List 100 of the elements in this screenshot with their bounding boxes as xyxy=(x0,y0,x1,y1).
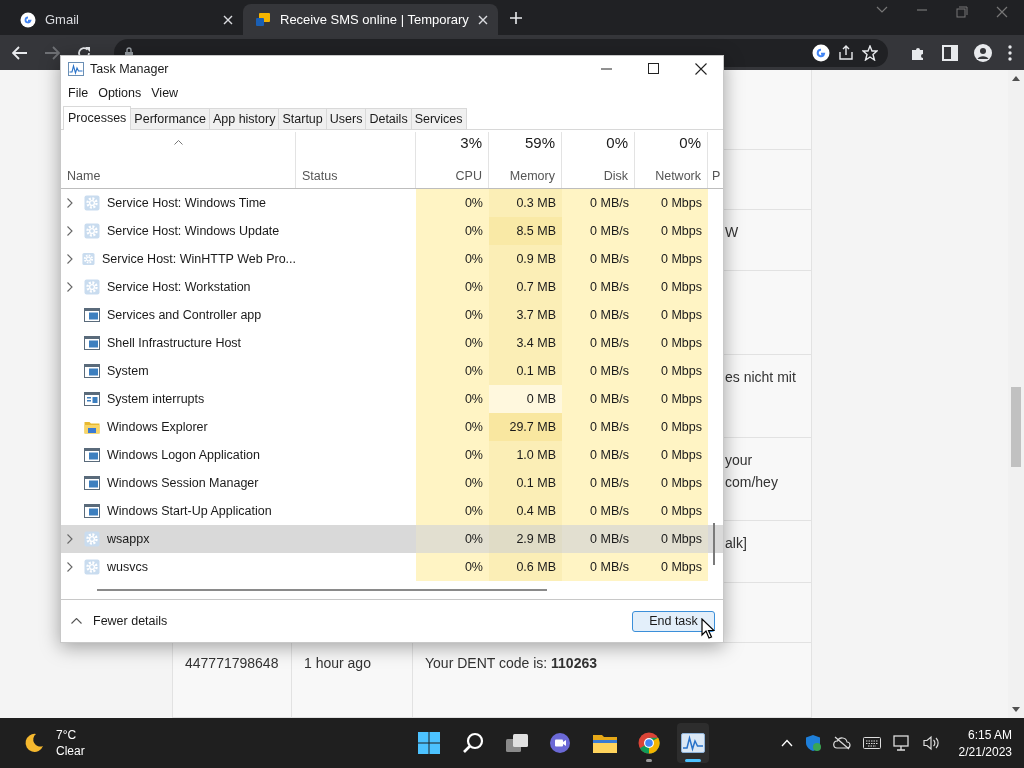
message-time: 1 hour ago xyxy=(304,655,371,672)
table-cell: 0% xyxy=(416,329,489,357)
table-cell: 0% xyxy=(416,357,489,385)
browser-tab[interactable]: Gmail xyxy=(8,4,243,35)
window-icon xyxy=(84,504,100,518)
expand-chevron-icon[interactable] xyxy=(67,282,73,292)
keyboard-icon[interactable] xyxy=(862,737,881,749)
table-cell: 0 MB/s xyxy=(562,441,635,469)
tab[interactable]: Services xyxy=(410,108,467,129)
task-view-icon[interactable] xyxy=(505,732,530,754)
scrollbar-thumb[interactable] xyxy=(713,523,715,565)
chevron-up-icon xyxy=(71,618,82,624)
usage-total: 0% xyxy=(606,134,628,151)
chevron-up-icon[interactable] xyxy=(780,739,793,747)
menu-icon[interactable] xyxy=(1008,44,1012,61)
tab[interactable]: Startup xyxy=(278,108,327,129)
process-name: Windows Logon Application xyxy=(107,448,260,462)
scroll-down-icon[interactable] xyxy=(1012,707,1020,712)
table-cell: 0.3 MB xyxy=(489,189,562,217)
forward-arrow-icon[interactable] xyxy=(44,45,60,60)
fewer-details-button[interactable]: Fewer details xyxy=(71,614,168,628)
chrome-icon[interactable] xyxy=(638,732,661,754)
table-cell: 0 Mbps xyxy=(635,553,708,581)
menu-item[interactable]: File xyxy=(64,86,93,100)
table-cell: 0% xyxy=(416,245,489,273)
gear-icon xyxy=(84,559,100,575)
table-cell: 0 Mbps xyxy=(635,245,708,273)
table-cell: 0 Mbps xyxy=(635,329,708,357)
column-header[interactable]: Name xyxy=(67,169,289,183)
process-name: Service Host: WinHTTP Web Pro... xyxy=(101,252,296,266)
temperature: 7°C xyxy=(56,728,78,742)
shield-icon[interactable] xyxy=(804,734,821,752)
tab[interactable]: App history xyxy=(208,108,280,129)
menu-item[interactable]: Options xyxy=(94,86,146,100)
process-name: Windows Explorer xyxy=(107,420,208,434)
table-cell: 0 MB xyxy=(489,385,562,413)
clock-date[interactable]: 2/21/2023 xyxy=(958,744,1012,759)
tab[interactable]: Processes xyxy=(63,106,132,130)
minimize-icon[interactable] xyxy=(601,67,612,70)
table-cell: 0 Mbps xyxy=(635,217,708,245)
share-icon[interactable] xyxy=(838,44,854,61)
expand-chevron-icon[interactable] xyxy=(67,562,73,572)
gear-icon xyxy=(84,223,100,239)
table-cell: 0.7 MB xyxy=(489,273,562,301)
scrollbar-thumb[interactable] xyxy=(97,589,547,591)
expand-chevron-icon[interactable] xyxy=(67,534,73,544)
table-cell: 0 MB/s xyxy=(562,301,635,329)
usage-total: 0% xyxy=(679,134,701,151)
side-panel-icon[interactable] xyxy=(942,44,958,61)
table-cell: 0% xyxy=(416,497,489,525)
task-manager-icon[interactable] xyxy=(681,733,706,753)
close-icon[interactable] xyxy=(695,62,707,75)
menu-item[interactable]: View xyxy=(147,86,183,100)
column-header[interactable]: P xyxy=(712,169,725,183)
windows-logo-icon[interactable] xyxy=(418,732,441,754)
scrollbar-thumb[interactable] xyxy=(1011,387,1021,467)
window-icon xyxy=(84,336,100,350)
restore-icon[interactable] xyxy=(956,5,968,18)
maximize-icon[interactable] xyxy=(648,63,659,74)
tab[interactable]: Performance xyxy=(130,108,210,129)
table-cell: 0.4 MB xyxy=(489,497,562,525)
mouse-cursor-icon xyxy=(701,618,715,640)
message-text: es nicht mit xyxy=(725,368,797,385)
back-arrow-icon[interactable] xyxy=(12,45,28,60)
network-icon[interactable] xyxy=(892,735,911,751)
tab[interactable]: Details xyxy=(365,108,412,129)
browser-tab[interactable]: Receive SMS online | Temporary xyxy=(243,4,498,35)
cloud-off-icon[interactable] xyxy=(832,736,851,750)
message-text: W xyxy=(725,223,740,240)
expand-chevron-icon[interactable] xyxy=(67,226,73,236)
star-icon[interactable] xyxy=(862,44,878,61)
column-header[interactable]: CPU xyxy=(455,169,482,183)
table-cell: 0% xyxy=(416,273,489,301)
table-cell: 0 Mbps xyxy=(635,497,708,525)
table-cell: 0% xyxy=(416,469,489,497)
usage-total: 59% xyxy=(524,134,555,151)
tab[interactable]: Users xyxy=(325,108,367,129)
expand-chevron-icon[interactable] xyxy=(67,198,73,208)
folder-icon[interactable] xyxy=(593,733,618,753)
weather-text: Clear xyxy=(56,744,85,758)
clock-time[interactable]: 6:15 AM xyxy=(967,727,1012,742)
column-header[interactable]: Memory xyxy=(509,169,555,183)
message-text: your xyxy=(725,452,754,469)
profile-icon[interactable] xyxy=(974,43,992,62)
table-cell: 0.1 MB xyxy=(489,357,562,385)
end-task-button[interactable]: End task xyxy=(632,610,715,632)
message-text: com/hey xyxy=(725,474,779,491)
table-cell: 0 MB/s xyxy=(562,469,635,497)
volume-icon[interactable] xyxy=(922,735,941,751)
selected-row[interactable]: wsappx 0% 2.9 MB 0 MB/s 0 Mbps xyxy=(61,525,723,553)
table-cell: 0 Mbps xyxy=(635,385,708,413)
new-tab-icon[interactable] xyxy=(509,12,522,24)
column-header[interactable]: Network xyxy=(655,169,701,183)
expand-chevron-icon[interactable] xyxy=(67,254,73,264)
column-header[interactable]: Status xyxy=(302,169,409,183)
table-cell: 0% xyxy=(416,413,489,441)
search-icon[interactable] xyxy=(462,732,485,754)
table-cell: 0 Mbps xyxy=(635,301,708,329)
column-header[interactable]: Disk xyxy=(603,169,628,183)
scroll-up-icon[interactable] xyxy=(1012,76,1020,81)
